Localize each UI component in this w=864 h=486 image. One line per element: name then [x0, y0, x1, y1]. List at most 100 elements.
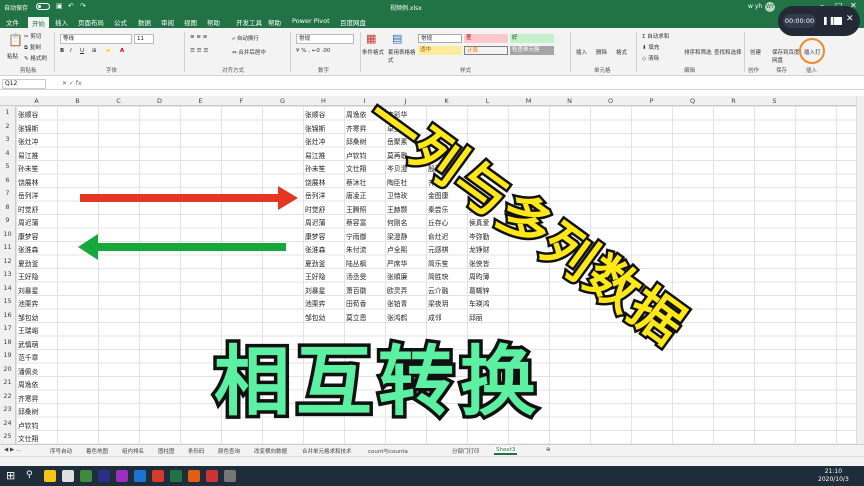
column-a-cell[interactable]: 孙未笙 — [18, 163, 38, 173]
sheet-tab[interactable]: count与counta — [368, 447, 408, 455]
sheet-tab[interactable]: 分部门打印 — [452, 447, 480, 455]
column-header-b[interactable]: B — [58, 97, 98, 105]
column-h-cell[interactable]: 张顺谷 — [305, 109, 325, 119]
column-l-cell[interactable]: 龙铮财 — [469, 244, 489, 254]
column-header-p[interactable]: P — [632, 97, 672, 105]
underline-button[interactable]: U — [80, 48, 84, 54]
column-h-cell[interactable]: 夏劲釜 — [305, 258, 325, 268]
row-header-16[interactable]: 16 — [0, 311, 15, 319]
conditional-format-icon[interactable]: ▦ — [366, 32, 376, 45]
sheet-tab[interactable]: 合并单元格求和技术 — [302, 447, 352, 455]
row-header-2[interactable]: 2 — [0, 122, 15, 130]
column-h-cell[interactable]: 张锦斯 — [305, 123, 325, 133]
row-header-5[interactable]: 5 — [0, 162, 15, 170]
font-size-select[interactable]: 11 — [134, 34, 154, 44]
column-j-cell[interactable]: 欧灵弄 — [387, 285, 407, 295]
tab-review[interactable]: 审阅 — [161, 17, 174, 27]
italic-button[interactable]: I — [70, 48, 72, 54]
column-a-cell[interactable]: 张灶冲 — [18, 136, 38, 146]
column-h-cell[interactable]: 孙未笙 — [305, 163, 325, 173]
column-l-cell[interactable]: 周昀薄 — [469, 271, 489, 281]
column-a-cell[interactable]: 刘暴星 — [18, 285, 38, 295]
autosave-toggle[interactable] — [36, 3, 50, 10]
column-k-cell[interactable]: 简胜玦 — [428, 271, 448, 281]
column-h-cell[interactable]: 岳列洋 — [305, 190, 325, 200]
style-check-cell[interactable]: 检查单元格 — [510, 46, 554, 55]
paste-button[interactable]: 粘贴 — [7, 52, 18, 60]
column-k-cell[interactable]: 简乐笙 — [428, 258, 448, 268]
column-header-n[interactable]: N — [550, 97, 590, 105]
column-k-cell[interactable]: 元感棋 — [428, 244, 448, 254]
style-neutral[interactable]: 适中 — [418, 46, 462, 55]
style-normal[interactable]: 常规 — [418, 34, 462, 43]
column-h-cell[interactable]: 易江推 — [305, 150, 325, 160]
row-header-17[interactable]: 17 — [0, 324, 15, 332]
column-k-cell[interactable]: 秦尝乐 — [428, 204, 448, 214]
column-l-cell[interactable]: 葛糊锌 — [469, 285, 489, 295]
column-header-d[interactable]: D — [140, 97, 180, 105]
number-format-select[interactable]: 常规 — [296, 34, 354, 44]
tab-developer[interactable]: 开发工具 — [236, 17, 262, 27]
sheet-tab[interactable]: 条形码 — [188, 447, 205, 455]
column-i-cell[interactable]: 萧百徽 — [346, 285, 366, 295]
sheet-tab[interactable]: 图柱图 — [158, 447, 175, 455]
column-h-cell[interactable]: 王好隐 — [305, 271, 325, 281]
save-icon[interactable]: ▣ — [56, 2, 63, 10]
column-i-cell[interactable]: 蔡沐壮 — [346, 177, 366, 187]
column-k-cell[interactable]: 俞灶迟 — [428, 231, 448, 241]
column-a-cell[interactable]: 王好隐 — [18, 271, 38, 281]
create-button[interactable]: 创建 — [750, 48, 761, 56]
sheet-tab[interactable]: 组内排名 — [122, 447, 144, 455]
column-a-cell[interactable]: 岳列洋 — [18, 190, 38, 200]
style-calculation[interactable]: 计算 — [464, 46, 508, 55]
column-j-cell[interactable]: 王赫颢 — [387, 204, 407, 214]
clear-button[interactable]: ◇ 清除 — [642, 54, 659, 62]
column-a-cell[interactable]: 周逸依 — [18, 379, 38, 389]
table-format-button[interactable]: 套用表格格式 — [388, 48, 416, 64]
column-a-cell[interactable]: 张锦斯 — [18, 123, 38, 133]
column-i-cell[interactable]: 卢钦钧 — [346, 150, 366, 160]
align-left-icon[interactable]: ☰ ☰ ☰ — [190, 48, 208, 54]
column-j-cell[interactable]: 张順廉 — [387, 271, 407, 281]
column-i-cell[interactable]: 朱付流 — [346, 244, 366, 254]
sheet-tab[interactable]: 改变横向数据 — [254, 447, 287, 455]
vertical-scrollbar[interactable] — [856, 96, 864, 444]
tab-baidu-pan[interactable]: 百度网盘 — [340, 17, 366, 27]
column-h-cell[interactable]: 刘暴星 — [305, 285, 325, 295]
delete-cells-button[interactable]: 删除 — [596, 48, 607, 56]
tab-help[interactable]: 帮助 — [207, 17, 220, 27]
column-h-cell[interactable]: 时觉舒 — [305, 204, 325, 214]
tab-help-2[interactable]: 帮助 — [268, 17, 281, 27]
premiere-icon[interactable] — [98, 470, 110, 482]
app-icon[interactable] — [188, 470, 200, 482]
column-l-cell[interactable]: 车瑛鸿 — [469, 298, 489, 308]
column-h-cell[interactable]: 康梦容 — [305, 231, 325, 241]
column-header-o[interactable]: O — [591, 97, 631, 105]
row-header-10[interactable]: 10 — [0, 230, 15, 238]
sort-filter-button[interactable]: 排序和筛选 — [684, 48, 712, 56]
premiere-pro-icon[interactable] — [116, 470, 128, 482]
cut-button[interactable]: ✂ 剪切 — [24, 32, 41, 40]
row-header-22[interactable]: 22 — [0, 392, 15, 400]
browser-icon[interactable] — [134, 470, 146, 482]
column-j-cell[interactable]: 梁澄静 — [387, 231, 407, 241]
column-i-cell[interactable]: 唐凌正 — [346, 190, 366, 200]
insert-cells-button[interactable]: 插入 — [576, 48, 587, 56]
app-icon[interactable] — [62, 470, 74, 482]
pause-icon[interactable]: ❚❚ — [822, 16, 835, 26]
column-i-cell[interactable]: 周逸依 — [346, 109, 366, 119]
table-format-icon[interactable]: ▤ — [392, 32, 402, 45]
column-k-cell[interactable]: 丘存心 — [428, 217, 448, 227]
row-header-24[interactable]: 24 — [0, 419, 15, 427]
row-header-8[interactable]: 8 — [0, 203, 15, 211]
column-i-cell[interactable]: 汤丞旻 — [346, 271, 366, 281]
column-a-cell[interactable]: 周迟蒲 — [18, 217, 38, 227]
column-header-s[interactable]: S — [755, 97, 795, 105]
column-header-a[interactable]: A — [17, 97, 57, 105]
save-baidu-button[interactable]: 保存到百度网盘 — [772, 48, 800, 64]
row-header-13[interactable]: 13 — [0, 270, 15, 278]
app-icon[interactable] — [206, 470, 218, 482]
row-header-12[interactable]: 12 — [0, 257, 15, 265]
fill-color-icon[interactable]: ▰ — [106, 48, 110, 54]
app-icon[interactable] — [224, 470, 236, 482]
